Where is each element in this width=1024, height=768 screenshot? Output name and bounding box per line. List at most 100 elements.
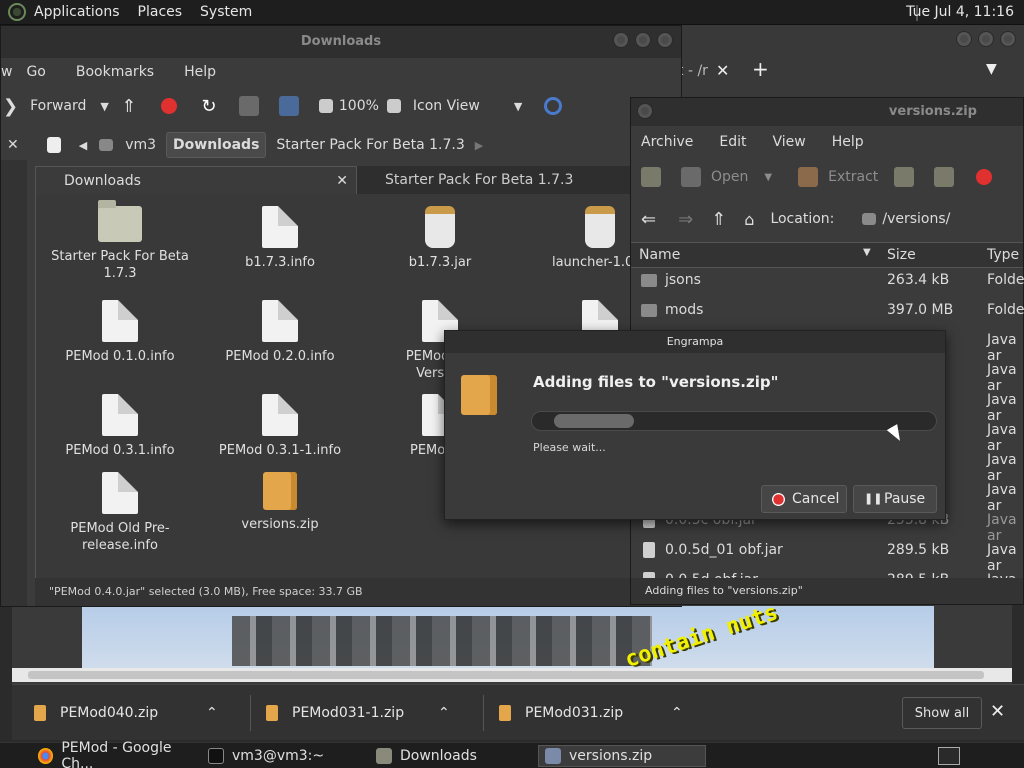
zoom-out-icon[interactable] bbox=[318, 99, 333, 113]
forward-button[interactable]: Forward bbox=[30, 98, 86, 114]
close-icon[interactable] bbox=[657, 32, 673, 48]
file-item[interactable]: PEMod 0.1.0.info bbox=[40, 300, 200, 365]
show-desktop-icon[interactable] bbox=[938, 747, 960, 765]
home-icon[interactable]: ⌂ bbox=[744, 210, 754, 229]
maximize-icon[interactable] bbox=[635, 32, 651, 48]
table-row[interactable]: jsons 263.4 kB Folder bbox=[631, 266, 1024, 296]
chevron-up-icon[interactable]: ⌃ bbox=[671, 705, 683, 721]
crumb-vm3[interactable]: vm3 bbox=[119, 133, 162, 157]
close-sidepane-icon[interactable]: ✕ bbox=[7, 137, 19, 153]
zoom-in-icon[interactable] bbox=[386, 99, 401, 113]
home-icon[interactable] bbox=[238, 96, 259, 116]
distro-logo-icon[interactable] bbox=[8, 3, 26, 21]
window-menu-icon[interactable] bbox=[637, 103, 653, 119]
top-panel: Applications Places System Tue Jul 4, 11… bbox=[0, 0, 1024, 25]
column-name[interactable]: Name bbox=[639, 247, 680, 263]
close-icon[interactable] bbox=[1000, 31, 1016, 47]
download-item[interactable]: PEMod040.zip ⌃ bbox=[12, 685, 218, 741]
menu-go[interactable]: Go bbox=[26, 64, 45, 80]
chevron-up-icon[interactable]: ⌃ bbox=[438, 705, 450, 721]
computer-icon[interactable] bbox=[278, 96, 299, 116]
task-versions-zip[interactable]: versions.zip bbox=[538, 745, 706, 767]
menu-applications[interactable]: Applications bbox=[34, 4, 120, 20]
row-size: 397.0 MB bbox=[887, 302, 954, 318]
back-arrow-icon[interactable]: ⇐ bbox=[641, 209, 656, 230]
reload-icon[interactable]: ↻ bbox=[199, 96, 219, 117]
menu-bookmarks[interactable]: Bookmarks bbox=[76, 64, 154, 80]
path-right-arrow-icon[interactable]: ▶ bbox=[475, 139, 483, 152]
task-downloads[interactable]: Downloads bbox=[370, 745, 536, 767]
chrome-tab-title[interactable]: t - /r bbox=[678, 63, 708, 79]
download-item[interactable]: PEMod031.zip ⌃ bbox=[477, 685, 683, 741]
extract-button[interactable]: Extract bbox=[828, 169, 878, 185]
chevron-up-icon[interactable]: ⌃ bbox=[206, 705, 218, 721]
file-item[interactable]: PEMod Old Pre-release.info bbox=[40, 472, 200, 554]
window-title: Downloads bbox=[1, 26, 681, 58]
new-archive-icon[interactable] bbox=[641, 167, 661, 187]
task-terminal[interactable]: vm3@vm3:~ bbox=[202, 745, 368, 767]
add-folder-icon[interactable] bbox=[934, 167, 955, 187]
extract-icon[interactable] bbox=[798, 167, 819, 187]
tab-downloads[interactable]: Downloads ✕ bbox=[35, 166, 357, 194]
table-row[interactable]: mods 397.0 MB Folder bbox=[631, 296, 1024, 326]
forward-arrow-icon[interactable]: ⇒ bbox=[678, 209, 693, 230]
horizontal-scrollbar[interactable] bbox=[12, 668, 1012, 682]
menu-help[interactable]: Help bbox=[184, 64, 216, 80]
view-mode-select[interactable]: Icon View bbox=[413, 98, 480, 114]
sort-desc-icon[interactable]: ▼ bbox=[863, 247, 871, 258]
scrollbar-thumb[interactable] bbox=[28, 671, 984, 679]
download-item[interactable]: PEMod031-1.zip ⌃ bbox=[244, 685, 450, 741]
menu-places[interactable]: Places bbox=[138, 4, 183, 20]
forward-dropdown-icon[interactable]: ▼ bbox=[100, 100, 108, 113]
menu-edit[interactable]: Edit bbox=[719, 134, 746, 150]
minimize-icon[interactable] bbox=[956, 31, 972, 47]
tab-search-chevron-icon[interactable]: ▼ bbox=[986, 61, 997, 77]
new-tab-icon[interactable]: + bbox=[752, 57, 769, 81]
document-icon bbox=[102, 300, 138, 342]
maximize-icon[interactable] bbox=[978, 31, 994, 47]
search-icon[interactable] bbox=[544, 97, 563, 115]
file-item[interactable]: versions.zip bbox=[200, 472, 360, 533]
menu-view[interactable]: View bbox=[773, 134, 806, 150]
open-button[interactable]: Open bbox=[711, 169, 748, 185]
file-item[interactable]: PEMod 0.3.1-1.info bbox=[200, 394, 360, 459]
file-item[interactable]: PEMod 0.3.1.info bbox=[40, 394, 200, 459]
menu-archive[interactable]: Archive bbox=[641, 134, 693, 150]
open-icon[interactable] bbox=[681, 167, 701, 187]
crumb-downloads[interactable]: Downloads bbox=[166, 132, 267, 158]
view-mode-dropdown-icon[interactable]: ▼ bbox=[514, 100, 522, 113]
up-arrow-icon[interactable]: ⇑ bbox=[711, 209, 726, 230]
location-input[interactable]: /versions/ bbox=[882, 211, 950, 227]
tab-close-icon[interactable]: ✕ bbox=[336, 167, 348, 195]
menu-view-partial[interactable]: w bbox=[1, 64, 12, 80]
up-arrow-icon[interactable]: ⇑ bbox=[119, 96, 139, 117]
file-item[interactable]: PEMod 0.2.0.info bbox=[200, 300, 360, 365]
table-row[interactable]: 0.0.5d_01 obf.jar 289.5 kB Java ar bbox=[631, 536, 1024, 574]
edit-location-icon[interactable] bbox=[46, 137, 61, 153]
close-shelf-icon[interactable]: ✕ bbox=[990, 701, 1005, 722]
crumb-starter-pack[interactable]: Starter Pack For Beta 1.7.3 bbox=[270, 133, 470, 157]
show-all-button[interactable]: Show all bbox=[902, 697, 982, 729]
tab-close-icon[interactable]: ✕ bbox=[716, 61, 729, 80]
cancel-button[interactable]: Cancel bbox=[761, 485, 847, 513]
menu-system[interactable]: System bbox=[200, 4, 252, 20]
jar-icon bbox=[425, 206, 455, 248]
minimize-icon[interactable] bbox=[613, 32, 629, 48]
add-files-icon[interactable] bbox=[894, 167, 915, 187]
menu-help[interactable]: Help bbox=[832, 134, 864, 150]
task-chrome[interactable]: PEMod - Google Ch... bbox=[32, 740, 202, 768]
forward-arrow-icon[interactable]: ❯ bbox=[3, 96, 18, 117]
path-left-arrow-icon[interactable]: ◀ bbox=[79, 139, 87, 152]
file-item[interactable]: b1.7.3.jar bbox=[360, 206, 520, 271]
file-item[interactable]: b1.7.3.info bbox=[200, 206, 360, 271]
file-label: versions.zip bbox=[241, 517, 319, 532]
column-type[interactable]: Type bbox=[987, 247, 1019, 263]
column-size[interactable]: Size bbox=[887, 247, 916, 263]
stop-icon[interactable] bbox=[158, 96, 179, 116]
stop-icon[interactable] bbox=[974, 167, 995, 187]
clock[interactable]: Tue Jul 4, 11:16 bbox=[906, 4, 1014, 20]
folder-icon bbox=[641, 304, 657, 317]
file-item[interactable]: Starter Pack For Beta 1.7.3 bbox=[40, 200, 200, 282]
open-dropdown-icon[interactable]: ▼ bbox=[764, 172, 772, 183]
pause-button[interactable]: ❚❚ Pause bbox=[853, 485, 937, 513]
